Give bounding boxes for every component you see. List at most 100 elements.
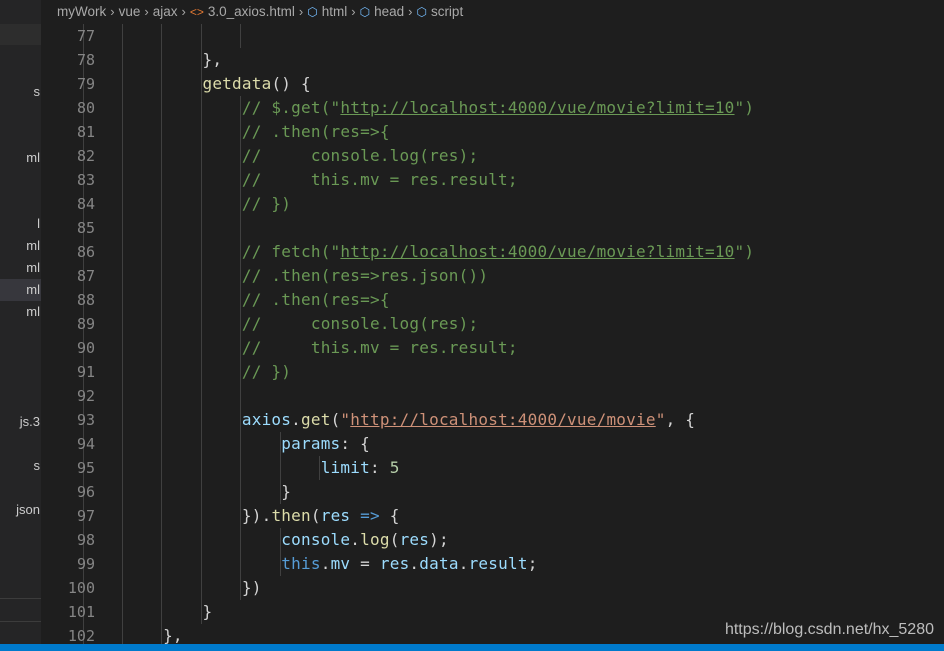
status-bar [0,644,944,651]
code-text: limit: 5 [41,456,400,480]
code-text: }) [41,576,262,600]
code-line: 100 }) [41,576,944,600]
watermark: https://blog.csdn.net/hx_5280 [724,621,934,638]
code-token: // console.log(res); [241,314,479,333]
code-token: . [458,554,469,573]
breadcrumb-item[interactable]: script [431,0,463,25]
code-text: // $.get("http://localhost:4000/vue/movi… [41,96,754,120]
code-token: // $.get(" [241,98,341,117]
file-item[interactable]: ml [0,147,41,169]
code-token: ( [310,506,321,525]
breadcrumb-item[interactable]: head [374,0,404,25]
code-token: // }) [241,194,292,213]
code-line: 91 // }) [41,360,944,384]
symbol-cube-icon: ⬡ [416,5,427,19]
code-link[interactable]: http://localhost:4000/vue/movie?limit=10 [340,242,734,261]
code-line: 80 // $.get("http://localhost:4000/vue/m… [41,96,944,120]
code-line: 96 } [41,480,944,504]
code-token: data [419,554,459,573]
file-item[interactable]: s [0,81,41,103]
code-text: // this.mv = res.result; [41,168,518,192]
code-token: ( [330,410,341,429]
code-text: } [41,480,291,504]
explorer-section-header[interactable] [0,24,41,45]
file-item[interactable]: 3.js [0,411,41,433]
indent-guide [240,216,242,240]
code-text: // fetch("http://localhost:4000/vue/movi… [41,240,754,264]
file-item[interactable]: s [0,455,41,477]
code-token: // .then(res=>{ [241,290,390,309]
code-token: log [360,530,390,549]
breadcrumb-item[interactable]: vue [119,0,141,25]
file-item[interactable]: ml [0,235,41,257]
code-token: } [281,482,292,501]
code-token: res [399,530,430,549]
divider [0,598,41,599]
breadcrumb-item[interactable]: html [322,0,348,25]
file-item[interactable]: ml [0,301,41,323]
code-line: 83 // this.mv = res.result; [41,168,944,192]
indent-guide [200,384,202,408]
code-text: // console.log(res); [41,312,478,336]
code-link[interactable]: http://localhost:4000/vue/movie?limit=10 [340,98,734,117]
file-item[interactable]: l [0,213,41,235]
explorer-sidebar: s ml l ml ml ml ml 3.js s json [0,0,41,644]
line-number: 92 [76,387,95,405]
code-token: }, [163,626,183,644]
indent-guide [240,384,242,408]
code-token: // .then(res=>{ [241,122,390,141]
code-text: console.log(res); [41,528,449,552]
code-text: // }) [41,192,291,216]
chevron-right-icon: › [144,4,149,19]
code-token: ; [527,554,538,573]
breadcrumb-item[interactable]: ajax [153,0,178,25]
code-editor[interactable]: 77 78 }, 79 getdata() {80 // $.get("http:/… [41,24,944,644]
code-line: 87 // .then(res=>res.json()) [41,264,944,288]
code-token: then [271,506,311,525]
code-text: }, [41,624,183,644]
breadcrumb-item[interactable]: 3.0_axios.html [208,0,295,25]
code-line: 89 // console.log(res); [41,312,944,336]
code-token: // this.mv = res.result; [241,170,518,189]
file-item[interactable]: json [0,499,41,521]
chevron-right-icon: › [298,4,304,19]
code-token: }) [241,578,262,597]
code-token: : [369,458,390,477]
code-line: 84 // }) [41,192,944,216]
code-token: get [301,410,331,429]
indent-guide [121,384,123,408]
code-text: } [41,600,212,624]
indent-guide [121,216,123,240]
breadcrumb-item[interactable]: myWork [57,0,106,25]
indent-guide [200,24,202,48]
code-token: . [291,410,301,429]
code-token: // .then(res=>res.json()) [241,266,489,285]
code-line: 95 limit: 5 [41,456,944,480]
code-line: 93 axios.get("http://localhost:4000/vue/… [41,408,944,432]
code-token: : { [340,434,370,453]
code-text: // .then(res=>{ [41,288,390,312]
code-line: 90 // this.mv = res.result; [41,336,944,360]
chevron-right-icon: › [110,4,115,19]
code-token: limit [320,458,370,477]
code-line: 79 getdata() { [41,72,944,96]
file-item[interactable]: ml [0,257,41,279]
code-token: console [281,530,351,549]
indent-guide [121,24,123,48]
code-link[interactable]: http://localhost:4000/vue/movie [350,410,655,429]
file-item[interactable]: ml [0,279,41,301]
